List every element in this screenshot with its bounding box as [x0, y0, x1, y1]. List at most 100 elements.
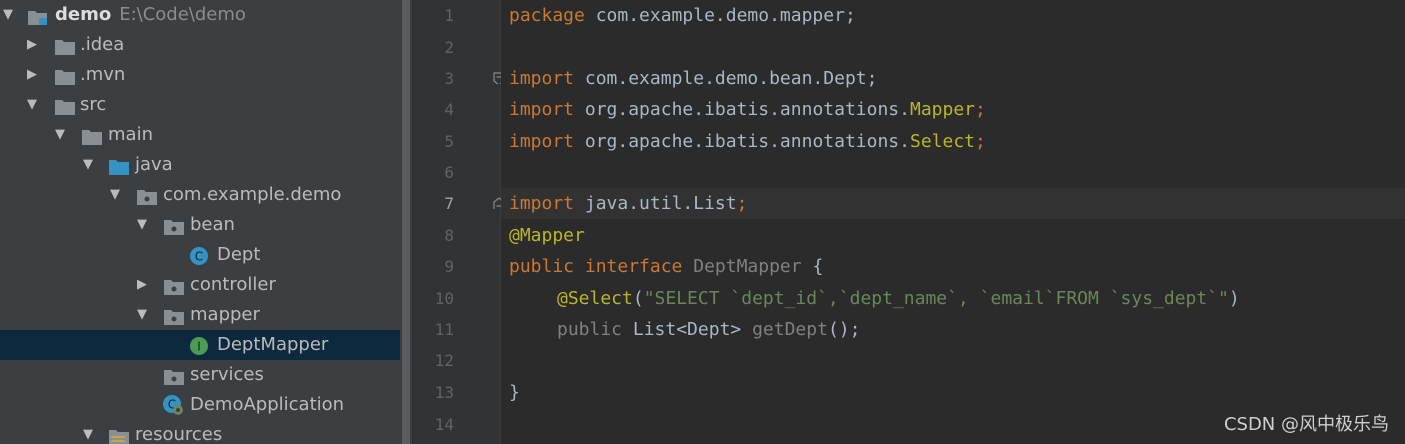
tree-item-mvn[interactable]: ▶ .mvn	[0, 60, 400, 90]
line-number: 12	[434, 351, 454, 370]
keyword: import	[509, 193, 575, 214]
tree-item-demo-root[interactable]: ▼ demo E:\Code\demo	[0, 0, 400, 30]
line-number: 1	[444, 6, 454, 25]
svg-text:I: I	[197, 340, 201, 354]
tree-item-label: com.example.demo	[163, 184, 342, 205]
brace: {	[801, 256, 824, 277]
paren: )	[1228, 288, 1240, 309]
package-icon	[136, 186, 157, 205]
tree-item-label: resources	[135, 424, 223, 444]
keyword: import	[509, 68, 575, 89]
keyword: import	[509, 99, 575, 120]
root-name: demo	[55, 4, 112, 25]
tree-item-main[interactable]: ▼ main	[0, 120, 400, 150]
line-number-current: 7	[444, 194, 454, 213]
annotation: @Mapper	[509, 225, 585, 246]
line-number: 8	[444, 226, 454, 245]
tree-item-src[interactable]: ▼ src	[0, 90, 400, 120]
tree-item-label: java	[135, 154, 173, 175]
code-text: org.apache.ibatis.annotations.	[574, 99, 910, 120]
project-tree: ▼ demo E:\Code\demo ▶ .idea ▶ .mvn ▼ src …	[0, 0, 400, 444]
code-line-8: @Mapper	[509, 220, 585, 251]
tree-item-label: .idea	[80, 34, 125, 55]
chevron-down-icon[interactable]: ▼	[52, 120, 68, 150]
string-literal: "SELECT `dept_id`,`dept_name`, `email`FR…	[643, 288, 1229, 309]
tree-item-label: .mvn	[80, 64, 126, 85]
code-line-4: import org.apache.ibatis.annotations.Map…	[509, 94, 986, 125]
code-line-10: @Select("SELECT `dept_id`,`dept_name`, `…	[557, 283, 1240, 314]
folder-icon	[54, 36, 75, 55]
tree-item-deptmapper[interactable]: I DeptMapper	[0, 330, 400, 360]
chevron-down-icon[interactable]: ▼	[134, 210, 150, 240]
line-number: 6	[444, 163, 454, 182]
code-text: List<Dept>	[622, 319, 753, 340]
line-number: 3	[444, 69, 454, 88]
brace: }	[509, 382, 520, 403]
code-text: com.example.demo.bean.Dept;	[574, 68, 878, 89]
class-icon: C	[189, 246, 209, 265]
chevron-down-icon[interactable]: ▼	[134, 300, 150, 330]
code-text: ();	[827, 319, 861, 340]
line-number: 13	[434, 383, 454, 402]
line-number: 11	[434, 320, 454, 339]
code-line-11: public List<Dept> getDept();	[557, 314, 860, 345]
chevron-right-icon[interactable]: ▶	[24, 30, 40, 60]
tree-item-bean[interactable]: ▼ bean	[0, 210, 400, 240]
root-path: E:\Code\demo	[119, 4, 246, 25]
code-line-3: import com.example.demo.bean.Dept;	[509, 63, 877, 94]
chevron-down-icon[interactable]: ▼	[80, 420, 96, 444]
folder-icon	[81, 126, 102, 145]
folder-icon	[54, 96, 75, 115]
line-number: 10	[434, 289, 454, 308]
spring-boot-app-icon: C	[162, 395, 183, 415]
sidebar-scrollbar-thumb[interactable]	[402, 0, 410, 444]
package-icon	[163, 366, 184, 385]
semicolon: ;	[736, 193, 748, 214]
interface-icon: I	[189, 336, 209, 355]
chevron-down-icon[interactable]: ▼	[107, 180, 123, 210]
line-number: 4	[444, 100, 454, 119]
tree-item-controller[interactable]: ▶ controller	[0, 270, 400, 300]
package-icon	[163, 276, 184, 295]
tree-item-mapper[interactable]: ▼ mapper	[0, 300, 400, 330]
line-number: 14	[434, 415, 454, 434]
tree-item-idea[interactable]: ▶ .idea	[0, 30, 400, 60]
tree-item-com-example-demo[interactable]: ▼ com.example.demo	[0, 180, 400, 210]
chevron-down-icon[interactable]: ▼	[80, 150, 96, 180]
line-number: 9	[444, 257, 454, 276]
folder-icon	[54, 66, 75, 85]
tree-item-label: src	[80, 94, 107, 115]
resources-folder-icon	[108, 426, 129, 444]
code-editor[interactable]: package com.example.demo.mapper; import …	[501, 0, 1405, 444]
line-number: 5	[444, 132, 454, 151]
tree-item-label: Dept	[217, 244, 261, 265]
code-line-5: import org.apache.ibatis.annotations.Sel…	[509, 126, 986, 157]
tree-item-label: DeptMapper	[217, 334, 329, 355]
tree-item-label: services	[190, 364, 264, 385]
chevron-down-icon[interactable]: ▼	[24, 90, 40, 120]
code-line-9: public interface DeptMapper {	[509, 251, 823, 282]
code-text: org.apache.ibatis.annotations.	[574, 131, 910, 152]
tree-item-services[interactable]: services	[0, 360, 400, 390]
tree-item-java[interactable]: ▼ java	[0, 150, 400, 180]
svg-text:C: C	[195, 250, 203, 264]
module-folder-icon	[27, 6, 47, 25]
code-line-7: import java.util.List;	[509, 188, 747, 219]
tree-item-dept[interactable]: C Dept	[0, 240, 400, 270]
code-line-1: package com.example.demo.mapper;	[509, 0, 856, 31]
code-text: java.util.List	[574, 193, 737, 214]
line-number: 2	[444, 38, 454, 57]
chevron-right-icon[interactable]: ▶	[24, 60, 40, 90]
tree-item-label: bean	[190, 214, 235, 235]
method-name: getDept	[752, 319, 828, 340]
tree-item-label: DemoApplication	[190, 394, 345, 415]
tree-item-resources[interactable]: ▼ resources	[0, 420, 400, 444]
chevron-down-icon[interactable]: ▼	[0, 0, 16, 30]
watermark: CSDN @风中极乐鸟	[1223, 414, 1389, 435]
code-line-13: }	[509, 377, 520, 408]
chevron-right-icon[interactable]: ▶	[134, 270, 150, 300]
keyword: public	[557, 319, 623, 340]
tree-item-demoapplication[interactable]: C DemoApplication	[0, 390, 400, 420]
annotation-type: Mapper	[909, 99, 976, 120]
package-icon	[163, 306, 184, 325]
